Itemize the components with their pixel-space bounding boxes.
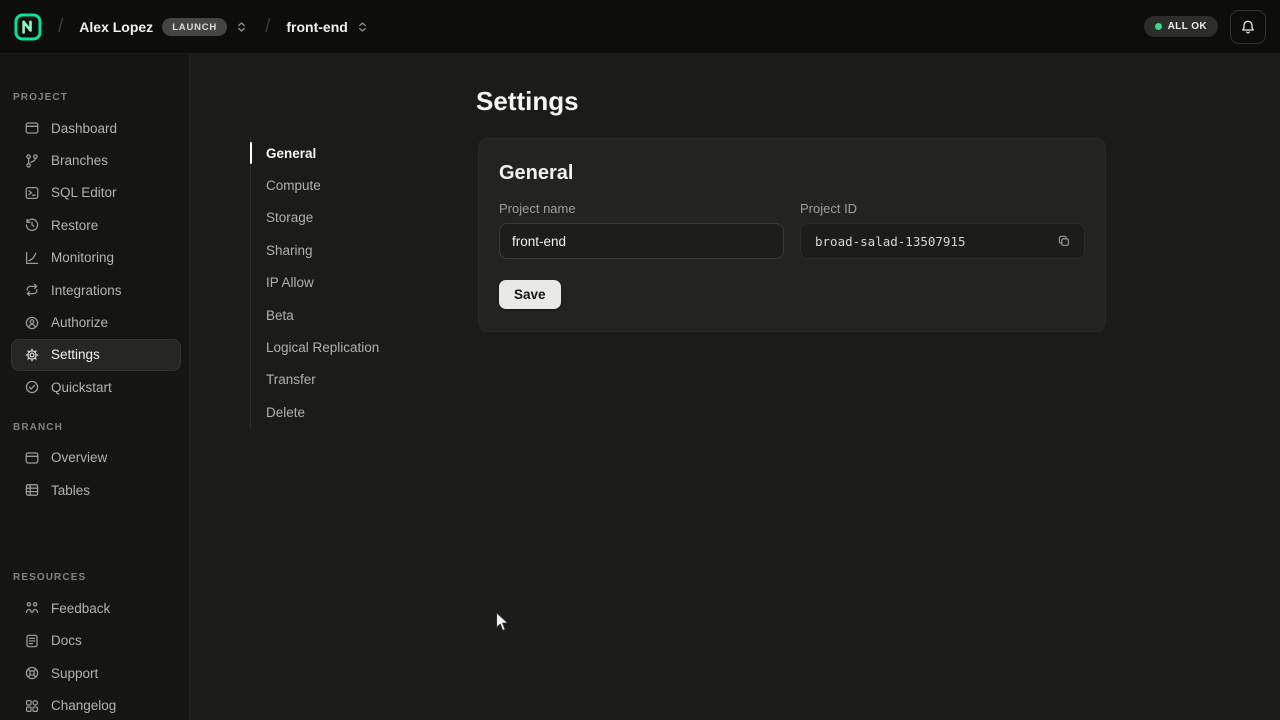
sidebar-item-sql-editor[interactable]: SQL Editor <box>11 177 181 209</box>
sidebar-item-monitoring[interactable]: Monitoring <box>11 242 181 274</box>
sidebar-item-feedback[interactable]: Feedback <box>11 592 181 624</box>
status-badge[interactable]: ALL OK <box>1144 16 1218 37</box>
sidebar-item-label: Tables <box>51 483 90 498</box>
settings-subnav: GeneralComputeStorageSharingIP AllowBeta… <box>250 137 403 429</box>
top-header: / Alex Lopez LAUNCH / front-end ALL OK <box>0 0 1280 54</box>
quickstart-icon <box>24 379 40 395</box>
save-button[interactable]: Save <box>499 280 561 309</box>
sidebar-item-dashboard[interactable]: Dashboard <box>11 112 181 144</box>
plan-badge: LAUNCH <box>162 18 227 36</box>
integrations-icon <box>24 282 40 298</box>
sidebar-section-label: RESOURCES <box>11 572 181 583</box>
sidebar-item-integrations[interactable]: Integrations <box>11 274 181 306</box>
subnav-item-beta[interactable]: Beta <box>251 299 403 331</box>
sql-editor-icon <box>24 185 40 201</box>
sidebar-item-docs[interactable]: Docs <box>11 625 181 657</box>
sidebar-item-label: Authorize <box>51 315 108 330</box>
notifications-button[interactable] <box>1230 10 1266 44</box>
breadcrumb-divider: / <box>265 16 270 38</box>
authorize-icon <box>24 315 40 331</box>
sidebar-item-label: Quickstart <box>51 380 112 395</box>
gear-icon <box>24 347 40 363</box>
copy-project-id-button[interactable] <box>1051 228 1077 254</box>
dashboard-icon <box>24 120 40 136</box>
project-id-value: broad-salad-13507915 <box>815 234 966 249</box>
sidebar-item-label: SQL Editor <box>51 185 117 200</box>
sidebar-item-label: Branches <box>51 153 108 168</box>
sidebar-section-label: BRANCH <box>11 422 181 433</box>
project-id-label: Project ID <box>800 201 1085 216</box>
subnav-item-transfer[interactable]: Transfer <box>251 364 403 396</box>
copy-icon <box>1056 233 1072 249</box>
subnav-item-ip-allow[interactable]: IP Allow <box>251 267 403 299</box>
breadcrumb-divider: / <box>58 16 63 38</box>
sidebar-item-label: Monitoring <box>51 250 114 265</box>
sidebar-item-label: Overview <box>51 450 107 465</box>
sidebar-item-label: Restore <box>51 218 98 233</box>
sidebar-item-quickstart[interactable]: Quickstart <box>11 371 181 403</box>
sidebar-item-overview[interactable]: Overview <box>11 442 181 474</box>
card-title: General <box>499 162 1085 185</box>
neon-logo[interactable] <box>14 13 42 41</box>
org-switcher-chevron-icon[interactable] <box>234 19 249 35</box>
subnav-item-general[interactable]: General <box>251 137 403 169</box>
project-name-label: Project name <box>499 201 784 216</box>
mouse-cursor <box>495 611 512 634</box>
sidebar-item-label: Integrations <box>51 283 122 298</box>
sidebar-item-changelog[interactable]: Changelog <box>11 689 181 720</box>
project-name[interactable]: front-end <box>286 19 347 35</box>
subnav-item-storage[interactable]: Storage <box>251 202 403 234</box>
restore-icon <box>24 217 40 233</box>
branch-icon <box>24 153 40 169</box>
sidebar: PROJECT Dashboard Branches SQL Editor Re… <box>0 54 190 720</box>
sidebar-item-support[interactable]: Support <box>11 657 181 689</box>
tables-icon <box>24 482 40 498</box>
subnav-item-compute[interactable]: Compute <box>251 169 403 201</box>
sidebar-item-tables[interactable]: Tables <box>11 474 181 506</box>
status-dot-icon <box>1155 23 1162 30</box>
sidebar-item-label: Support <box>51 666 98 681</box>
sidebar-item-label: Changelog <box>51 698 116 713</box>
support-icon <box>24 665 40 681</box>
feedback-icon <box>24 600 40 616</box>
sidebar-item-label: Docs <box>51 633 82 648</box>
sidebar-section-label: PROJECT <box>11 92 181 103</box>
general-settings-card: General Project name Project ID broad-sa… <box>478 138 1106 332</box>
sidebar-item-restore[interactable]: Restore <box>11 209 181 241</box>
subnav-item-logical-replication[interactable]: Logical Replication <box>251 331 403 363</box>
sidebar-item-label: Settings <box>51 347 100 362</box>
subnav-item-sharing[interactable]: Sharing <box>251 234 403 266</box>
sidebar-item-branches[interactable]: Branches <box>11 144 181 176</box>
org-name[interactable]: Alex Lopez <box>79 19 153 35</box>
changelog-icon <box>24 698 40 714</box>
overview-icon <box>24 450 40 466</box>
project-name-input[interactable] <box>499 223 784 259</box>
sidebar-item-authorize[interactable]: Authorize <box>11 306 181 338</box>
monitoring-icon <box>24 250 40 266</box>
sidebar-item-label: Feedback <box>51 601 110 616</box>
page-title: Settings <box>476 86 579 117</box>
project-id-field: broad-salad-13507915 <box>800 223 1085 259</box>
sidebar-item-label: Dashboard <box>51 121 117 136</box>
docs-icon <box>24 633 40 649</box>
project-switcher-chevron-icon[interactable] <box>355 19 370 35</box>
bell-icon <box>1240 19 1256 35</box>
status-label: ALL OK <box>1168 21 1207 32</box>
subnav-item-delete[interactable]: Delete <box>251 396 403 428</box>
sidebar-item-settings[interactable]: Settings <box>11 339 181 371</box>
